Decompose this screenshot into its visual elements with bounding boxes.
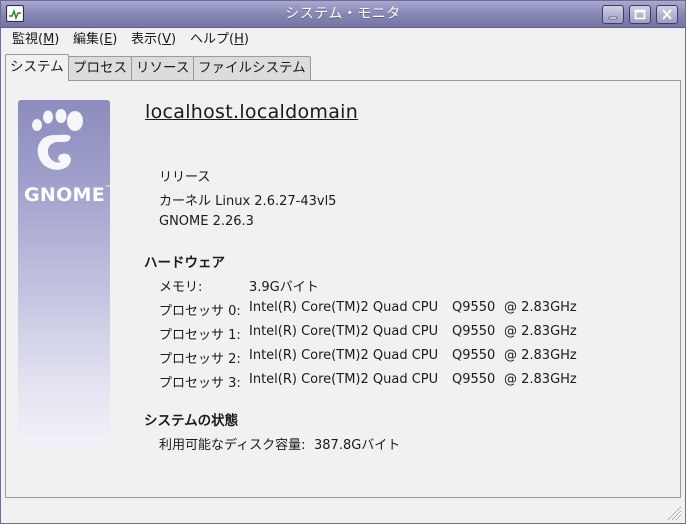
processor-frequency: @ 2.83GHz (504, 372, 577, 387)
menu-bar: 監視(M) 編集(E) 表示(V) ヘルプ(H) (1, 28, 685, 52)
memory-value: 3.9Gバイト (249, 280, 319, 295)
processor-model: Intel(R) Core(TM)2 Quad CPU (249, 300, 439, 315)
processor-part: Q9550 (452, 348, 496, 363)
disk-space-value: 387.8Gバイト (314, 438, 401, 453)
tab-bar: システム プロセス リソース ファイルシステム (5, 54, 685, 81)
gnome-foot-icon (32, 109, 83, 170)
maximize-button[interactable] (629, 5, 651, 24)
kernel-version: カーネル Linux 2.6.27-43vl5 (159, 194, 337, 209)
system-tab-panel: GNOME™ localhost.localdomain リリース カーネル L… (5, 80, 681, 498)
hostname-title: localhost.localdomain (145, 101, 359, 123)
processor-label: プロセッサ 1: (159, 328, 241, 343)
tab-resources[interactable]: リソース (131, 56, 195, 81)
memory-label: メモリ: (159, 280, 203, 295)
close-icon (662, 9, 672, 20)
close-button[interactable] (656, 5, 678, 24)
release-label: リリース (159, 170, 211, 185)
system-monitor-window: システム・モニタ 監視(M) 編集(E) 表示(V) ヘルプ(H) システム プ… (0, 0, 686, 524)
minimize-button[interactable] (602, 5, 624, 24)
gnome-version: GNOME 2.26.3 (159, 214, 254, 229)
menu-monitor[interactable]: 監視(M) (10, 31, 61, 49)
disk-space-label: 利用可能なディスク容量: (159, 438, 306, 453)
gnome-banner: GNOME™ (18, 100, 113, 446)
window-title: システム・モニタ (285, 6, 401, 22)
maximize-icon (634, 9, 646, 20)
tab-file-systems[interactable]: ファイルシステム (193, 56, 311, 81)
processor-model: Intel(R) Core(TM)2 Quad CPU (249, 348, 439, 363)
processor-frequency: @ 2.83GHz (504, 300, 577, 315)
processor-part: Q9550 (452, 372, 496, 387)
processor-frequency: @ 2.83GHz (504, 348, 577, 363)
gnome-logo-text: GNOME™ (24, 184, 113, 206)
tab-processes[interactable]: プロセス (68, 56, 132, 81)
processor-model: Intel(R) Core(TM)2 Quad CPU (249, 324, 439, 339)
tab-system[interactable]: システム (5, 54, 69, 81)
processor-label: プロセッサ 2: (159, 352, 241, 367)
menu-help[interactable]: ヘルプ(H) (188, 31, 251, 49)
hardware-heading: ハードウェア (144, 255, 225, 271)
menu-edit[interactable]: 編集(E) (71, 31, 119, 49)
processor-model: Intel(R) Core(TM)2 Quad CPU (249, 372, 439, 387)
processor-label: プロセッサ 3: (159, 376, 241, 391)
resize-grip-icon[interactable] (664, 503, 682, 521)
title-bar[interactable]: システム・モニタ (1, 1, 685, 28)
processor-frequency: @ 2.83GHz (504, 324, 577, 339)
processor-label: プロセッサ 0: (159, 304, 241, 319)
system-status-heading: システムの状態 (144, 413, 239, 429)
menu-view[interactable]: 表示(V) (129, 31, 178, 49)
processor-part: Q9550 (452, 324, 496, 339)
processor-part: Q9550 (452, 300, 496, 315)
minimize-icon (608, 16, 618, 20)
